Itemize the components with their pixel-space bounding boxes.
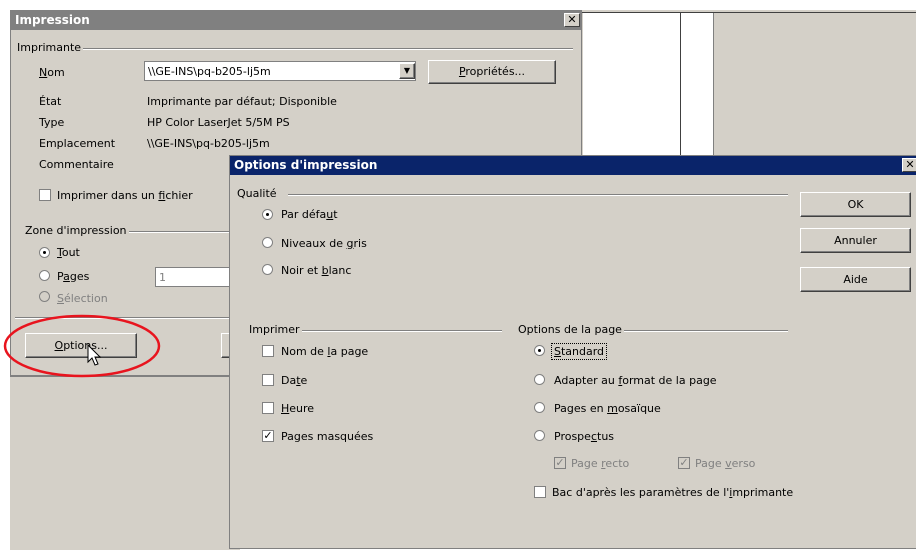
radio-brochure-label: Prospectus bbox=[554, 430, 615, 443]
radio-fit-page[interactable] bbox=[534, 374, 545, 385]
back-page-checkbox[interactable]: ✓ bbox=[678, 457, 690, 469]
quality-group-label: Qualité bbox=[237, 187, 277, 200]
location-label: Emplacement bbox=[39, 137, 116, 150]
help-button[interactable]: Aide bbox=[800, 267, 911, 292]
print-dialog-title: Impression bbox=[15, 13, 90, 27]
printer-tray-checkbox[interactable] bbox=[534, 486, 546, 498]
print-dialog-titlebar: Impression bbox=[11, 11, 581, 30]
time-label: Heure bbox=[281, 402, 315, 415]
ok-button[interactable]: OK bbox=[800, 192, 911, 217]
printer-name-label: Nom bbox=[39, 66, 65, 79]
radio-quality-default-label: Par défaut bbox=[281, 208, 338, 221]
radio-standard-label: Standard bbox=[551, 343, 608, 360]
close-icon[interactable]: ✕ bbox=[564, 13, 580, 27]
hidden-pages-label: Pages masquées bbox=[281, 430, 374, 443]
print-to-file-label: Imprimer dans un fichier bbox=[57, 189, 193, 202]
radio-quality-bw[interactable] bbox=[262, 264, 273, 275]
options-dialog-title: Options d'impression bbox=[234, 158, 378, 172]
printer-name-select[interactable]: \\GE-INS\pq-b205-lj5m ▼ bbox=[144, 61, 416, 81]
radio-quality-default[interactable] bbox=[262, 209, 273, 220]
type-value: HP Color LaserJet 5/5M PS bbox=[147, 116, 290, 129]
front-page-label: Page recto bbox=[571, 457, 630, 470]
radio-quality-gray-label: Niveaux de gris bbox=[281, 237, 367, 250]
date-checkbox[interactable] bbox=[262, 374, 274, 386]
print-area-group-label: Zone d'impression bbox=[25, 224, 127, 237]
radio-quality-gray[interactable] bbox=[262, 237, 273, 248]
pages-input[interactable]: 1 bbox=[155, 267, 233, 287]
options-dialog: Options d'impression ✕ Qualité Par défau… bbox=[229, 155, 916, 549]
radio-pages-label: Pages bbox=[57, 270, 90, 283]
print-to-file-checkbox[interactable] bbox=[39, 189, 51, 201]
cancel-button[interactable]: Annuler bbox=[800, 228, 911, 253]
options-dialog-titlebar: Options d'impression bbox=[230, 156, 916, 175]
radio-all-label: Tout bbox=[57, 246, 80, 259]
properties-button[interactable]: Propriétés... bbox=[428, 60, 556, 84]
print-group-label: Imprimer bbox=[249, 323, 300, 336]
radio-pages[interactable] bbox=[39, 270, 50, 281]
close-icon[interactable]: ✕ bbox=[902, 158, 916, 172]
printer-group-line bbox=[83, 48, 573, 50]
page-name-checkbox[interactable] bbox=[262, 345, 274, 357]
date-label: Date bbox=[281, 374, 308, 387]
radio-standard[interactable] bbox=[534, 345, 545, 356]
page-options-group-label: Options de la page bbox=[518, 323, 622, 336]
background-left-panel bbox=[10, 376, 240, 550]
radio-tile-pages-label: Pages en mosaïque bbox=[554, 402, 661, 415]
radio-all[interactable] bbox=[39, 247, 50, 258]
radio-tile-pages[interactable] bbox=[534, 402, 545, 413]
highlight-ellipse bbox=[3, 314, 161, 378]
quality-group-line bbox=[288, 194, 788, 196]
status-label: État bbox=[39, 95, 62, 108]
print-group-line bbox=[302, 330, 502, 332]
status-value: Imprimante par défaut; Disponible bbox=[147, 95, 337, 108]
page-options-group-line bbox=[624, 330, 788, 332]
dropdown-arrow-icon[interactable]: ▼ bbox=[399, 63, 415, 79]
radio-brochure[interactable] bbox=[534, 430, 545, 441]
radio-quality-bw-label: Noir et blanc bbox=[281, 264, 352, 277]
printer-tray-label: Bac d'après les paramètres de l'impriman… bbox=[552, 486, 794, 499]
pages-input-value: 1 bbox=[159, 271, 166, 284]
radio-fit-page-label: Adapter au format de la page bbox=[554, 374, 717, 387]
print-area-group-line bbox=[129, 231, 233, 233]
location-value: \\GE-INS\pq-b205-lj5m bbox=[147, 137, 270, 150]
page-name-label: Nom de la page bbox=[281, 345, 369, 358]
back-page-label: Page verso bbox=[695, 457, 756, 470]
printer-group-label: Imprimante bbox=[17, 41, 82, 54]
comment-label: Commentaire bbox=[39, 158, 114, 171]
front-page-checkbox[interactable]: ✓ bbox=[554, 457, 566, 469]
time-checkbox[interactable] bbox=[262, 402, 274, 414]
printer-name-value: \\GE-INS\pq-b205-lj5m bbox=[148, 65, 271, 78]
document-top-rule bbox=[582, 12, 916, 13]
type-label: Type bbox=[39, 116, 65, 129]
hidden-pages-checkbox[interactable]: ✓ bbox=[262, 430, 274, 442]
mouse-cursor-icon bbox=[87, 344, 102, 366]
